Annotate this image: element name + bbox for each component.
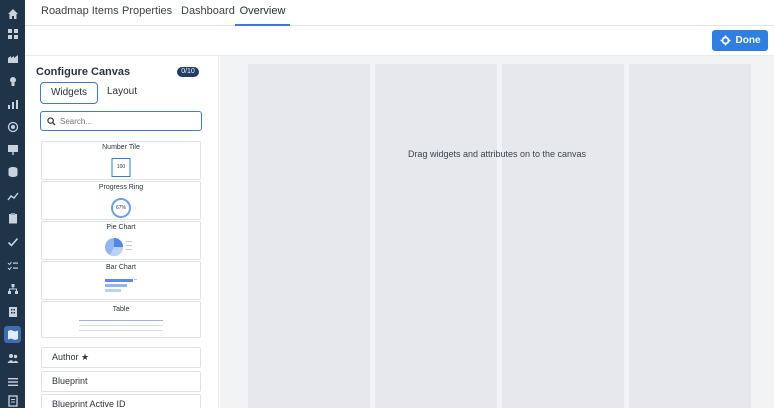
- canvas-drop-hint: Drag widgets and attributes on to the ca…: [407, 149, 587, 159]
- canvas-column[interactable]: [248, 64, 370, 408]
- grid-icon[interactable]: [4, 25, 21, 42]
- widget-bar-chart[interactable]: Bar Chart: [41, 261, 201, 300]
- canvas-column[interactable]: [629, 64, 751, 408]
- done-label: Done: [735, 35, 761, 46]
- search-icon: [47, 116, 56, 126]
- panel-title: Configure Canvas: [36, 66, 131, 78]
- layout-canvas[interactable]: Drag widgets and attributes on to the ca…: [220, 56, 774, 408]
- widget-label: Bar Chart: [106, 264, 136, 271]
- number-tile-preview: 100: [111, 158, 131, 177]
- presentation-icon[interactable]: [4, 141, 21, 158]
- widget-table[interactable]: Table: [41, 301, 201, 338]
- check-icon[interactable]: [4, 233, 21, 250]
- map-icon[interactable]: [4, 326, 21, 343]
- attribute-author[interactable]: Author ★: [41, 347, 201, 368]
- hierarchy-icon[interactable]: [4, 280, 21, 297]
- tab-widgets[interactable]: Widgets: [40, 82, 98, 104]
- factory-icon[interactable]: [4, 49, 21, 66]
- tab-overview[interactable]: Overview: [235, 0, 290, 26]
- tab-properties[interactable]: Properties: [122, 0, 172, 26]
- report-icon[interactable]: [4, 392, 21, 408]
- widget-number-tile[interactable]: Number Tile 100: [41, 141, 201, 180]
- canvas-column[interactable]: [375, 64, 497, 408]
- top-tab-bar: Roadmap Items Properties Dashboard Overv…: [25, 0, 774, 26]
- building-icon[interactable]: [4, 303, 21, 320]
- widget-label: Number Tile: [102, 144, 140, 151]
- home-icon[interactable]: [4, 5, 21, 22]
- tab-roadmap-items[interactable]: Roadmap Items: [41, 0, 119, 26]
- widget-label: Pie Chart: [106, 224, 136, 231]
- search-box: [40, 111, 202, 131]
- widget-pie-chart[interactable]: Pie Chart: [41, 221, 201, 260]
- list-icon[interactable]: [4, 373, 21, 390]
- database-icon[interactable]: [4, 163, 21, 180]
- checklist-icon[interactable]: [4, 257, 21, 274]
- bar-chart-preview: [105, 279, 137, 292]
- target-icon[interactable]: [4, 118, 21, 135]
- attribute-blueprint[interactable]: Blueprint: [41, 371, 201, 392]
- widget-count-badge: 0/10: [177, 67, 199, 77]
- table-preview: [79, 320, 163, 331]
- lightbulb-icon[interactable]: [4, 72, 21, 89]
- toolbar: Done: [25, 26, 774, 56]
- bar-chart-icon[interactable]: [4, 95, 21, 112]
- done-button[interactable]: Done: [712, 30, 768, 51]
- people-icon[interactable]: [4, 349, 21, 366]
- clipboard-icon[interactable]: [4, 209, 21, 226]
- widget-label: Progress Ring: [98, 184, 144, 191]
- gear-icon: [719, 35, 731, 46]
- tab-dashboard[interactable]: Dashboard: [181, 0, 235, 26]
- attribute-blueprint-active-id[interactable]: Blueprint Active ID: [41, 394, 201, 408]
- line-chart-icon[interactable]: [4, 187, 21, 204]
- canvas-column[interactable]: [502, 64, 624, 408]
- progress-ring-preview: 67%: [111, 198, 131, 218]
- search-input[interactable]: [60, 116, 200, 126]
- pie-chart-preview: [105, 238, 132, 257]
- configure-canvas-panel: Configure Canvas 0/10 Widgets Layout Num…: [25, 56, 219, 408]
- widget-progress-ring[interactable]: Progress Ring 67%: [41, 181, 201, 220]
- tab-layout[interactable]: Layout: [99, 82, 145, 104]
- widget-label: Table: [112, 306, 130, 313]
- left-nav-rail: [0, 0, 25, 408]
